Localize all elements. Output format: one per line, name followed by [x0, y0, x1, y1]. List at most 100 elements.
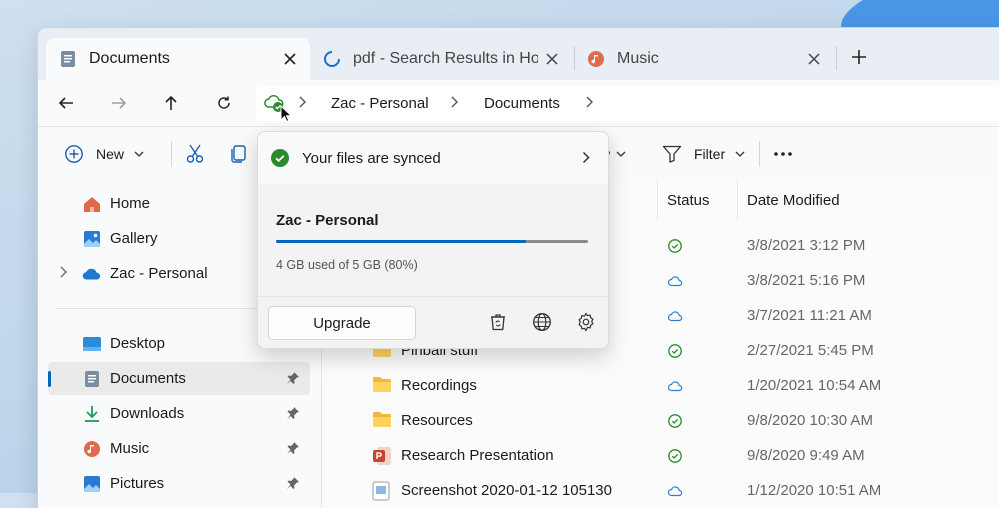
date-modified: 1/12/2020 10:51 AM [747, 482, 882, 499]
tab-label: Music [617, 50, 659, 67]
more-icon [774, 151, 792, 156]
globe-icon[interactable] [532, 312, 552, 332]
download-icon [82, 404, 102, 424]
sidebar-item-label: Gallery [110, 230, 158, 247]
cut-button[interactable] [186, 127, 204, 180]
table-row[interactable]: Recordings 1/20/2021 10:54 AM [322, 369, 999, 404]
cloud-status-icon [667, 378, 683, 394]
chevron-right-icon [298, 95, 306, 111]
date-modified: 9/8/2020 10:30 AM [747, 412, 873, 429]
check-circle-icon [270, 148, 290, 172]
pin-icon[interactable] [286, 371, 302, 387]
address-bar: Zac - Personal Documents [38, 80, 999, 126]
breadcrumb-item-zac-personal[interactable]: Zac - Personal [331, 95, 429, 112]
pin-icon[interactable] [286, 476, 302, 492]
tab-search-results[interactable]: pdf - Search Results in Hom [310, 38, 572, 80]
filter-button-label: Filter [694, 145, 726, 162]
sidebar-item-music[interactable]: Music [48, 432, 310, 465]
pin-icon[interactable] [286, 441, 302, 457]
breadcrumb: Zac - Personal Documents [256, 85, 999, 123]
chevron-right-icon[interactable] [585, 95, 593, 111]
upgrade-button[interactable]: Upgrade [268, 306, 416, 340]
tab-label: pdf - Search Results in Hom [353, 50, 538, 67]
storage-usage-text: 4 GB used of 5 GB (80%) [276, 258, 418, 272]
table-row[interactable]: Screenshot 2020-01-12 105130 1/12/2020 1… [322, 474, 999, 508]
sidebar-item-downloads[interactable]: Downloads [48, 397, 310, 430]
table-row[interactable]: Research Presentation 9/8/2020 9:49 AM [322, 439, 999, 474]
back-button[interactable] [52, 89, 80, 117]
tab-label: Documents [89, 50, 170, 67]
column-header-status[interactable]: Status [667, 180, 710, 220]
table-row[interactable]: Resources 9/8/2020 10:30 AM [322, 404, 999, 439]
new-button[interactable]: New [64, 127, 144, 180]
more-options-button[interactable] [774, 127, 792, 180]
storage-progress-bar [276, 240, 588, 243]
forward-button[interactable] [105, 89, 133, 117]
sync-status-row[interactable]: Your files are synced [258, 132, 608, 185]
music-icon [586, 49, 606, 69]
column-header-date-modified[interactable]: Date Modified [747, 180, 840, 220]
tab-music[interactable]: Music [574, 38, 834, 80]
column-separator [737, 180, 738, 220]
onedrive-cloud-icon [82, 264, 102, 284]
date-modified: 3/8/2021 3:12 PM [747, 237, 866, 254]
sidebar-item-pictures[interactable]: Pictures [48, 467, 310, 500]
pin-icon[interactable] [286, 406, 302, 422]
chevron-down-icon [134, 151, 144, 157]
close-tab-icon[interactable] [276, 45, 304, 73]
new-tab-button[interactable] [844, 42, 874, 72]
date-modified: 2/27/2021 5:45 PM [747, 342, 874, 359]
gear-icon[interactable] [576, 312, 596, 332]
selection-indicator [48, 371, 51, 387]
sync-status-text: Your files are synced [302, 149, 441, 167]
breadcrumb-item-documents[interactable]: Documents [484, 95, 560, 112]
sidebar-item-label: Downloads [110, 405, 185, 422]
tab-documents[interactable]: Documents [46, 38, 310, 80]
gallery-icon [82, 229, 102, 249]
scissors-icon [186, 144, 204, 163]
cloud-status-icon [667, 273, 683, 289]
file-name: Resources [401, 412, 473, 429]
account-name: Zac - Personal [276, 212, 379, 229]
powerpoint-file-icon [372, 446, 392, 466]
sidebar-item-documents[interactable]: Documents [48, 362, 310, 395]
copy-button[interactable] [230, 127, 248, 180]
document-icon [58, 49, 78, 69]
image-file-icon [372, 481, 392, 501]
add-circle-icon [65, 144, 83, 163]
mouse-cursor-icon [280, 104, 293, 127]
chevron-right-icon[interactable] [450, 95, 458, 111]
cloud-status-icon [667, 308, 683, 324]
refresh-button[interactable] [210, 89, 238, 117]
document-icon [82, 369, 102, 389]
synced-status-icon [667, 413, 683, 429]
tab-bar: Documents pdf - Search Results in Hom Mu… [38, 28, 999, 80]
chevron-right-icon [582, 151, 590, 168]
storage-progress-fill [276, 240, 526, 243]
chevron-right-icon[interactable] [60, 266, 67, 281]
cloud-status-icon [667, 483, 683, 499]
sidebar-item-label: Music [110, 440, 150, 457]
file-name: Screenshot 2020-01-12 105130 [401, 482, 612, 499]
onedrive-status-flyout: Your files are synced Zac - Personal 4 G… [257, 131, 609, 349]
sidebar-item-label: Home [110, 195, 151, 212]
storage-usage-section: Zac - Personal 4 GB used of 5 GB (80%) [258, 184, 608, 296]
sidebar-item-label: Documents [110, 370, 186, 387]
file-name: Recordings [401, 377, 477, 394]
column-separator [657, 180, 658, 220]
sidebar-item-label: Pictures [110, 475, 165, 492]
refresh-icon [218, 96, 230, 109]
file-name: Research Presentation [401, 447, 554, 464]
recycle-bin-icon[interactable] [488, 312, 508, 332]
new-button-label: New [96, 145, 125, 162]
filter-button[interactable]: Filter [662, 127, 745, 180]
up-button[interactable] [157, 89, 185, 117]
date-modified: 9/8/2020 9:49 AM [747, 447, 865, 464]
close-tab-icon[interactable] [800, 45, 828, 73]
folder-icon [372, 411, 392, 431]
date-modified: 3/7/2021 11:21 AM [747, 307, 872, 324]
close-tab-icon[interactable] [538, 45, 566, 73]
copy-icon [231, 144, 246, 163]
chevron-down-icon [735, 151, 745, 157]
synced-status-icon [667, 448, 683, 464]
